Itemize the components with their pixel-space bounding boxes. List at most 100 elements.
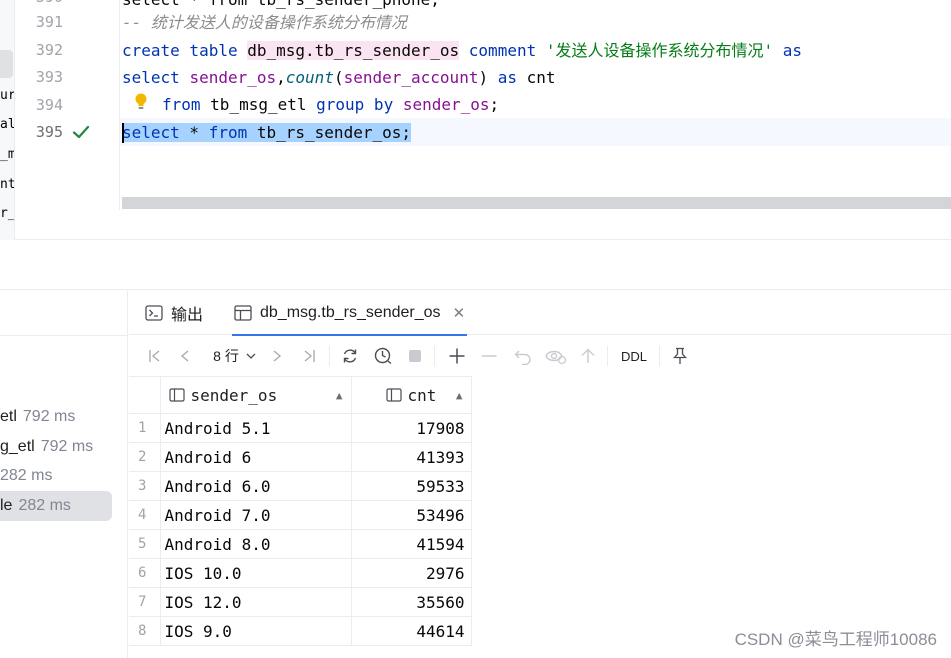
submit-icon[interactable] xyxy=(579,346,597,366)
cell-cnt[interactable]: 41594 xyxy=(350,529,472,559)
console-icon xyxy=(145,305,163,321)
cell-cnt[interactable]: 17908 xyxy=(350,413,472,443)
table-row[interactable]: 6 IOS 10.0 2976 xyxy=(129,558,472,588)
toolbar-separator xyxy=(434,346,435,366)
chevron-down-icon xyxy=(246,353,256,359)
tree-fragment[interactable]: nt xyxy=(0,177,14,192)
service-item-active[interactable]: le 282 ms xyxy=(0,491,112,521)
services-panel: etl 792 ms g_etl 792 ms 282 ms le 282 ms xyxy=(0,291,128,658)
results-tabs: 输出 db_msg.tb_rs_sender_os ✕ xyxy=(129,291,951,336)
tab-output[interactable]: 输出 xyxy=(145,291,203,335)
line-number: 391 xyxy=(35,13,63,31)
code-line-392: create table db_msg.tb_rs_sender_os comm… xyxy=(122,41,803,60)
cell-sender-os[interactable]: Android 5.1 xyxy=(159,413,352,443)
table-row[interactable]: 3 Android 6.0 59533 xyxy=(129,471,472,501)
text-selection: select * from tb_rs_sender_os; xyxy=(122,122,411,143)
revert-icon[interactable] xyxy=(513,346,533,366)
code-area[interactable]: select * from tb_rs_sender_phone; -- 统计发… xyxy=(122,0,951,210)
service-item[interactable]: 282 ms xyxy=(0,461,112,491)
cell-cnt[interactable]: 44614 xyxy=(350,616,472,646)
close-icon[interactable]: ✕ xyxy=(453,304,466,322)
stop-icon[interactable] xyxy=(407,346,423,366)
add-row-icon[interactable] xyxy=(447,346,467,366)
tree-fragment[interactable]: r_ xyxy=(0,206,14,221)
cell-sender-os[interactable]: IOS 12.0 xyxy=(159,587,352,617)
row-count-dropdown[interactable]: 8 行 xyxy=(211,346,259,366)
cell-sender-os[interactable]: Android 7.0 xyxy=(159,500,352,530)
service-item[interactable]: etl 792 ms xyxy=(0,402,112,432)
previous-page-icon[interactable] xyxy=(177,346,193,366)
tree-fragment[interactable]: al_ xyxy=(0,117,14,132)
cell-sender-os[interactable]: Android 6.0 xyxy=(159,471,352,501)
row-number: 3 xyxy=(129,471,161,501)
cell-cnt[interactable]: 53496 xyxy=(350,500,472,530)
code-line-393: select sender_os,count(sender_account) a… xyxy=(122,68,556,87)
service-item[interactable]: g_etl 792 ms xyxy=(0,432,112,462)
sort-icon[interactable]: ▲ xyxy=(336,389,343,402)
cell-cnt[interactable]: 59533 xyxy=(350,471,472,501)
row-number: 8 xyxy=(129,616,161,646)
project-tree-strip: urc al_ _m nt r_ xyxy=(0,0,15,240)
result-rows: 1 Android 5.1 17908 2 Android 6 41393 3 Android… xyxy=(129,413,472,646)
horizontal-scrollbar[interactable] xyxy=(122,197,951,209)
pin-icon[interactable] xyxy=(671,346,689,366)
cell-cnt[interactable]: 41393 xyxy=(350,442,472,472)
column-icon xyxy=(168,388,185,402)
row-number: 7 xyxy=(129,587,161,617)
row-number: 2 xyxy=(129,442,161,472)
editor-bottom-area xyxy=(15,210,951,240)
row-number: 4 xyxy=(129,500,161,530)
lightbulb-icon[interactable] xyxy=(133,92,149,112)
row-number: 5 xyxy=(129,529,161,559)
sql-comment: -- 统计发送人的设备操作系统分布情况 xyxy=(122,13,407,32)
code-line-394: from tb_msg_etl group by sender_os; xyxy=(162,95,500,114)
result-grid[interactable]: sender_os ▲ cnt ▲ 1 Android 5.1 17908 2 Andr… xyxy=(129,376,472,646)
toolbar-separator xyxy=(659,346,660,366)
table-row[interactable]: 4 Android 7.0 53496 xyxy=(129,500,472,530)
results-toolbar: 8 行 DDL xyxy=(129,336,951,376)
line-number: 393 xyxy=(35,68,63,86)
code-editor[interactable]: 390 391 392 393 394 395 select * from tb… xyxy=(15,0,951,240)
toolbar-separator xyxy=(329,346,330,366)
column-icon xyxy=(385,388,402,402)
cell-sender-os[interactable]: Android 8.0 xyxy=(159,529,352,559)
table-name-highlight: db_msg.tb_rs_sender_os xyxy=(247,41,460,60)
next-page-icon[interactable] xyxy=(269,346,285,366)
cell-sender-os[interactable]: IOS 9.0 xyxy=(159,616,352,646)
row-number: 6 xyxy=(129,558,161,588)
panel-splitter[interactable] xyxy=(0,240,951,290)
table-row[interactable]: 8 IOS 9.0 44614 xyxy=(129,616,472,646)
delete-row-icon[interactable] xyxy=(479,346,499,366)
cell-cnt[interactable]: 35560 xyxy=(350,587,472,617)
table-row[interactable]: 5 Android 8.0 41594 xyxy=(129,529,472,559)
check-icon[interactable] xyxy=(72,123,90,141)
row-number: 1 xyxy=(129,413,161,443)
watermark: CSDN @菜鸟工程师10086 xyxy=(734,630,937,649)
table-icon xyxy=(234,305,252,321)
table-row[interactable]: 1 Android 5.1 17908 xyxy=(129,413,472,443)
column-header-sender-os[interactable]: sender_os ▲ xyxy=(159,376,352,414)
ddl-button[interactable]: DDL xyxy=(617,346,651,366)
line-number: 392 xyxy=(35,41,63,59)
line-number: 390 xyxy=(15,0,63,6)
refresh-icon[interactable] xyxy=(340,346,360,366)
sql-string: '发送人设备操作系统分布情况' xyxy=(545,41,774,60)
table-row[interactable]: 2 Android 6 41393 xyxy=(129,442,472,472)
tab-result-table[interactable]: db_msg.tb_rs_sender_os ✕ xyxy=(232,291,468,336)
sort-icon[interactable]: ▲ xyxy=(456,389,463,402)
cell-sender-os[interactable]: IOS 10.0 xyxy=(159,558,352,588)
column-header-cnt[interactable]: cnt ▲ xyxy=(350,376,472,414)
cell-sender-os[interactable]: Android 6 xyxy=(159,442,352,472)
last-page-icon[interactable] xyxy=(301,346,317,366)
results-panel: 输出 db_msg.tb_rs_sender_os ✕ 8 行 DDL send… xyxy=(129,291,951,658)
tree-selection xyxy=(0,50,13,78)
line-number: 395 xyxy=(35,123,63,141)
view-icon[interactable] xyxy=(544,346,568,366)
cell-cnt[interactable]: 2976 xyxy=(350,558,472,588)
table-row[interactable]: 7 IOS 12.0 35560 xyxy=(129,587,472,617)
first-page-icon[interactable] xyxy=(147,346,163,366)
history-icon[interactable] xyxy=(373,346,393,366)
code-line-391: -- 统计发送人的设备操作系统分布情况 xyxy=(122,9,407,36)
tree-fragment[interactable]: urc xyxy=(0,88,14,103)
tree-fragment[interactable]: _m xyxy=(0,147,14,162)
